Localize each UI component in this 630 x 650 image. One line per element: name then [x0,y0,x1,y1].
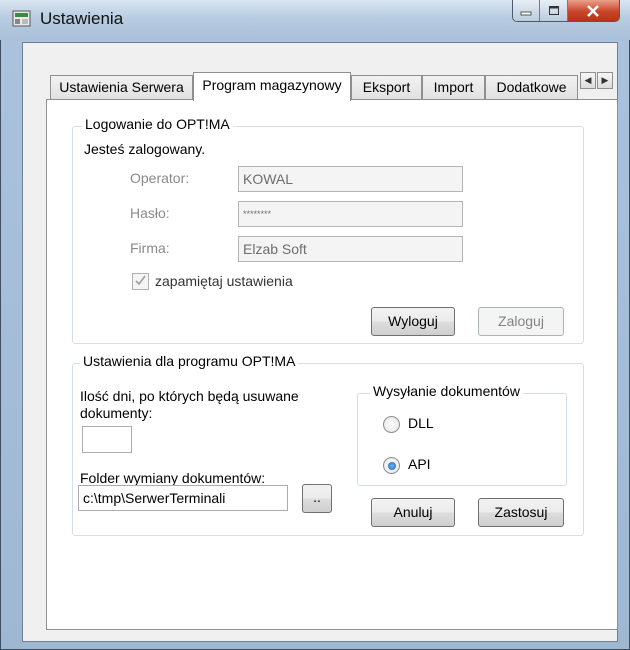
cancel-button[interactable]: Anuluj [371,498,455,527]
close-icon [587,4,600,17]
tab-ustawienia-serwera[interactable]: Ustawienia Serwera [50,75,193,99]
tab-program-magazynowy[interactable]: Program magazynowy [193,72,351,101]
tab-scroll-right-button[interactable]: ▶ [597,72,613,89]
folder-input[interactable]: c:\tmp\SerwerTerminali [78,485,288,511]
tab-strip: Ustawienia Serwera Program magazynowy Ek… [30,72,620,101]
program-settings-legend: Ustawienia dla programu OPT!MA [80,353,299,369]
password-label: Hasło: [130,205,170,221]
window-title: Ustawienia [40,9,124,28]
close-button[interactable] [567,0,619,21]
minimize-button[interactable] [513,0,541,21]
apply-button[interactable]: Zastosuj [478,498,564,527]
remember-label[interactable]: zapamiętaj ustawienia [155,273,293,289]
checkmark-icon [135,275,146,286]
maximize-button[interactable] [540,0,568,21]
logout-button[interactable]: Wyloguj [371,307,455,336]
company-field[interactable]: Elzab Soft [238,236,463,262]
radio-selected-dot [388,462,396,470]
maximize-icon [548,6,559,15]
login-status: Jesteś zalogowany. [84,141,206,157]
operator-label: Operator: [130,170,190,186]
browse-button[interactable]: .. [302,484,332,513]
days-input[interactable] [82,426,132,453]
radio-api[interactable] [383,457,400,474]
tab-dodatkowe[interactable]: Dodatkowe [485,75,578,99]
operator-field[interactable]: KOWAL [238,166,463,192]
login-button[interactable]: Zaloguj [478,307,564,336]
folder-label: Folder wymiany dokumentów: [80,470,266,486]
app-icon [12,8,32,28]
minimize-icon [520,11,532,15]
radio-dll-label[interactable]: DLL [408,415,434,431]
password-field[interactable]: ******** [238,201,463,227]
caption-buttons [512,0,620,22]
company-label: Firma: [130,240,170,256]
sending-legend: Wysyłanie dokumentów [370,383,523,399]
tab-eksport[interactable]: Eksport [351,75,422,99]
tab-scroll-left-button[interactable]: ◀ [580,72,596,89]
login-group-legend: Logowanie do OPT!MA [82,116,233,132]
tab-import[interactable]: Import [422,75,485,99]
days-label: Ilość dni, po których będą usuwane dokum… [80,388,299,421]
remember-checkbox[interactable] [132,273,149,290]
radio-api-label[interactable]: API [408,456,431,472]
radio-dll[interactable] [383,416,400,433]
